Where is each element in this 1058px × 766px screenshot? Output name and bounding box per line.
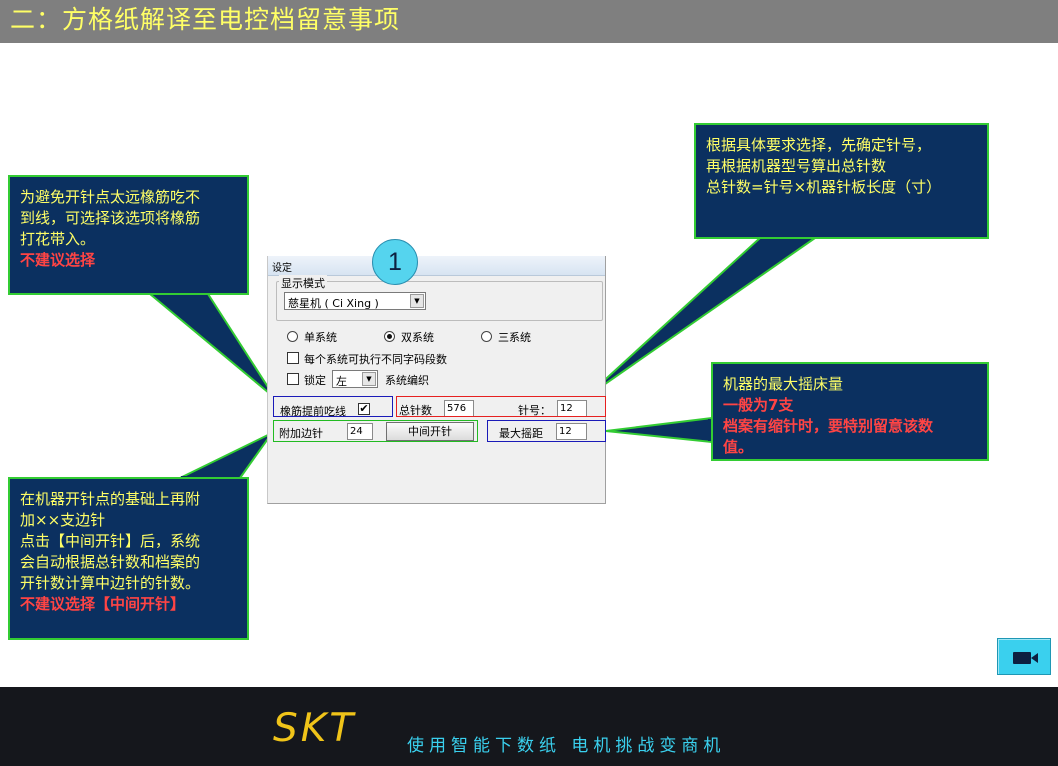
callout-text: 在机器开针点的基础上再附 xyxy=(20,490,201,508)
each-system-label: 每个系统可执行不同字码段数 xyxy=(304,353,447,366)
dialog-title: 设定 xyxy=(272,263,292,274)
callout-warning: 值。 xyxy=(723,438,754,456)
callout-warning: 不建议选择【中间开针】 xyxy=(20,595,186,613)
callout-warning: 不建议选择 xyxy=(20,251,96,269)
rack-callout-pointer xyxy=(605,417,713,443)
chevron-down-icon[interactable]: ▼ xyxy=(410,294,424,308)
callout-warning: 一般为7支 xyxy=(723,396,794,414)
lock-side-value: 左 xyxy=(336,375,347,388)
radio-triple-system[interactable] xyxy=(481,331,492,342)
callout-text: 总针数=针号×机器针板长度（寸） xyxy=(706,178,942,196)
callout-text: 开针数计算中边针的针数。 xyxy=(20,574,201,592)
video-camera-icon xyxy=(1013,652,1038,664)
extra-callout-pointer xyxy=(179,432,273,479)
settings-dialog: 设定 显示模式 慈星机 ( Ci Xing ) ▼ 单系统 双系统 三系统 每个… xyxy=(267,256,606,504)
radio-single-label: 单系统 xyxy=(304,331,337,344)
callout-text: 会自动根据总针数和档案的 xyxy=(20,553,201,571)
rubber-callout-pointer xyxy=(149,293,276,399)
callout-text: 到线，可选择该选项将橡筋 xyxy=(20,209,201,227)
display-mode-select[interactable]: 慈星机 ( Ci Xing ) ▼ xyxy=(284,292,426,310)
lock-checkbox[interactable] xyxy=(287,373,299,385)
extra-needle-callout: 在机器开针点的基础上再附 加××支边针 点击【中间开针】后，系统 会自动根据总针… xyxy=(8,477,249,640)
rubber-band-callout: 为避免开针点太远橡筋吃不 到线，可选择该选项将橡筋 打花带入。 不建议选择 xyxy=(8,175,249,295)
chevron-down-icon[interactable]: ▼ xyxy=(362,372,376,386)
radio-double-system[interactable] xyxy=(384,331,395,342)
callout-text: 打花带入。 xyxy=(20,230,96,248)
video-button[interactable] xyxy=(997,638,1051,675)
lock-label: 锁定 xyxy=(304,374,326,387)
callout-text: 为避免开针点太远橡筋吃不 xyxy=(20,188,201,206)
page-title: 二：方格纸解译至电控档留意事项 xyxy=(10,5,401,34)
display-mode-value: 慈星机 ( Ci Xing ) xyxy=(288,297,379,310)
max-rack-highlight xyxy=(487,420,606,442)
radio-single-system[interactable] xyxy=(287,331,298,342)
step-number-marker: 1 xyxy=(372,239,418,285)
display-mode-label: 显示模式 xyxy=(279,275,327,291)
footer-slogan: 使用智能下数纸 电机挑战变商机 xyxy=(407,736,726,756)
needle-highlight xyxy=(396,396,606,417)
callout-text: 根据具体要求选择，先确定针号， xyxy=(706,136,932,154)
lock-side-select[interactable]: 左 ▼ xyxy=(332,370,378,388)
dialog-title-bar: 设定 xyxy=(268,256,605,276)
each-system-checkbox[interactable] xyxy=(287,352,299,364)
system-knit-label: 系统编织 xyxy=(385,374,429,387)
needle-gauge-callout: 根据具体要求选择，先确定针号， 再根据机器型号算出总针数 总针数=针号×机器针板… xyxy=(694,123,989,239)
callout-text: 机器的最大摇床量 xyxy=(723,375,844,393)
rubber-early-highlight xyxy=(273,396,393,417)
callout-text: 加××支边针 xyxy=(20,511,106,529)
brand-logo: SKT xyxy=(273,706,357,751)
extra-needle-highlight xyxy=(273,420,478,442)
title-bar: 二：方格纸解译至电控档留意事项 xyxy=(0,0,1058,43)
callout-text: 再根据机器型号算出总针数 xyxy=(706,157,887,175)
radio-double-label: 双系统 xyxy=(401,331,434,344)
footer: SKT 使用智能下数纸 电机挑战变商机 xyxy=(0,687,1058,766)
callout-text: 点击【中间开针】后，系统 xyxy=(20,532,201,550)
radio-triple-label: 三系统 xyxy=(498,331,531,344)
max-rack-callout: 机器的最大摇床量 一般为7支 档案有缩针时，要特别留意该数 值。 xyxy=(711,362,989,461)
callout-warning: 档案有缩针时，要特别留意该数 xyxy=(723,417,934,435)
